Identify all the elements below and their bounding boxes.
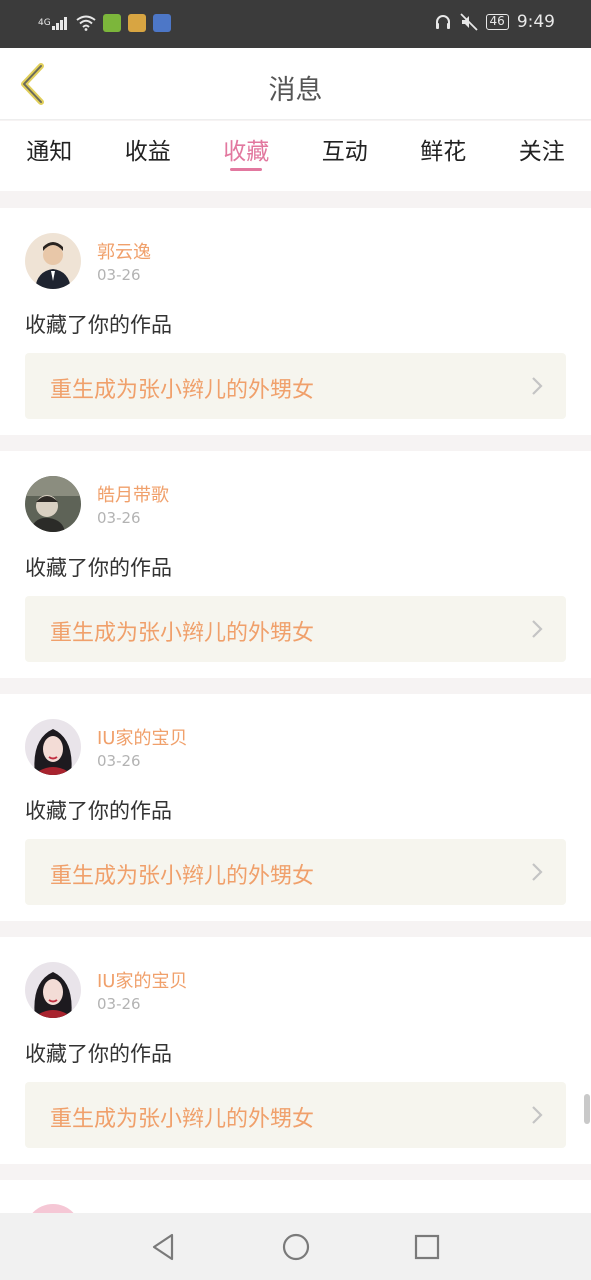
- headphones-icon: [434, 13, 452, 31]
- avatar[interactable]: [25, 962, 81, 1018]
- tab-label: 互动: [321, 139, 368, 165]
- recents-nav-button[interactable]: [411, 1231, 443, 1263]
- chevron-right-icon: [532, 1106, 543, 1124]
- work-title: 重生成为张小辫儿的外甥女: [50, 1107, 315, 1132]
- header: 消息: [0, 48, 591, 120]
- system-nav-bar: [0, 1213, 591, 1280]
- app-notification-icon: [102, 14, 121, 32]
- work-link[interactable]: 重生成为张小辫儿的外甥女: [25, 839, 566, 905]
- user-name[interactable]: IU家的宝贝: [97, 967, 187, 993]
- work-link[interactable]: 重生成为张小辫儿的外甥女: [25, 353, 566, 419]
- tab-notifications[interactable]: 通知: [0, 121, 99, 191]
- work-link[interactable]: 重生成为张小辫儿的外甥女: [25, 1082, 566, 1148]
- list-item: IU家的宝贝 03-26 收藏了你的作品 重生成为张小辫儿的外甥女: [0, 694, 591, 921]
- list-item: 郭云逸 03-26 收藏了你的作品 重生成为张小辫儿的外甥女: [0, 208, 591, 435]
- tab-label: 通知: [26, 139, 73, 165]
- tab-label: 收藏: [223, 139, 270, 165]
- work-title: 重生成为张小辫儿的外甥女: [50, 378, 315, 403]
- action-text: 收藏了你的作品: [25, 799, 172, 823]
- action-text: 收藏了你的作品: [25, 556, 172, 580]
- work-title: 重生成为张小辫儿的外甥女: [50, 621, 315, 646]
- list-item: 皓月带歌 03-26 收藏了你的作品 重生成为张小辫儿的外甥女: [0, 451, 591, 678]
- page-title: 消息: [268, 75, 323, 106]
- avatar[interactable]: [25, 233, 81, 289]
- date: 03-26: [97, 752, 141, 770]
- mute-icon: [459, 13, 478, 31]
- scrollbar[interactable]: [584, 1094, 590, 1124]
- date: 03-26: [97, 266, 141, 284]
- app-notification-icon-2: [127, 14, 146, 32]
- tab-label: 鲜花: [420, 139, 467, 165]
- status-right: 46 9:49: [434, 12, 555, 32]
- user-name[interactable]: 郭云逸: [97, 238, 151, 264]
- work-link[interactable]: 重生成为张小辫儿的外甥女: [25, 596, 566, 662]
- status-bar: 4G 46 9:49: [0, 0, 591, 48]
- clock: 9:49: [516, 12, 555, 32]
- user-name[interactable]: 皓月带歌: [97, 481, 169, 507]
- tab-follows[interactable]: 关注: [493, 121, 591, 191]
- tab-bar: 通知 收益 收藏 互动 鲜花 关注: [0, 121, 591, 191]
- chevron-right-icon: [532, 863, 543, 881]
- network-type: 4G: [38, 18, 51, 28]
- avatar[interactable]: [25, 719, 81, 775]
- tab-label: 收益: [124, 139, 171, 165]
- message-list: 郭云逸 03-26 收藏了你的作品 重生成为张小辫儿的外甥女 皓月带歌 03-2…: [0, 208, 591, 1260]
- home-nav-button[interactable]: [280, 1231, 312, 1263]
- triangle-back-icon: [152, 1233, 174, 1261]
- tab-interactions[interactable]: 互动: [296, 121, 395, 191]
- active-tab-indicator: [230, 168, 263, 171]
- action-text: 收藏了你的作品: [25, 1042, 172, 1066]
- avatar[interactable]: [25, 476, 81, 532]
- wifi-icon: [76, 15, 96, 31]
- work-title: 重生成为张小辫儿的外甥女: [50, 864, 315, 889]
- chevron-right-icon: [532, 377, 543, 395]
- tab-flowers[interactable]: 鲜花: [394, 121, 493, 191]
- back-nav-button[interactable]: [148, 1231, 180, 1263]
- app-notification-icon-3: [152, 14, 171, 32]
- chevron-right-icon: [532, 620, 543, 638]
- battery-indicator: 46: [485, 14, 509, 30]
- action-text: 收藏了你的作品: [25, 313, 172, 337]
- square-recents-icon: [414, 1234, 440, 1260]
- list-item: IU家的宝贝 03-26 收藏了你的作品 重生成为张小辫儿的外甥女: [0, 937, 591, 1164]
- date: 03-26: [97, 995, 141, 1013]
- user-name[interactable]: IU家的宝贝: [97, 724, 187, 750]
- tab-label: 关注: [518, 139, 565, 165]
- status-left: 4G: [38, 14, 171, 32]
- tab-earnings[interactable]: 收益: [99, 121, 198, 191]
- circle-home-icon: [282, 1233, 310, 1261]
- signal-icon: 4G: [38, 15, 69, 31]
- date: 03-26: [97, 509, 141, 527]
- tab-favorites[interactable]: 收藏: [197, 121, 296, 191]
